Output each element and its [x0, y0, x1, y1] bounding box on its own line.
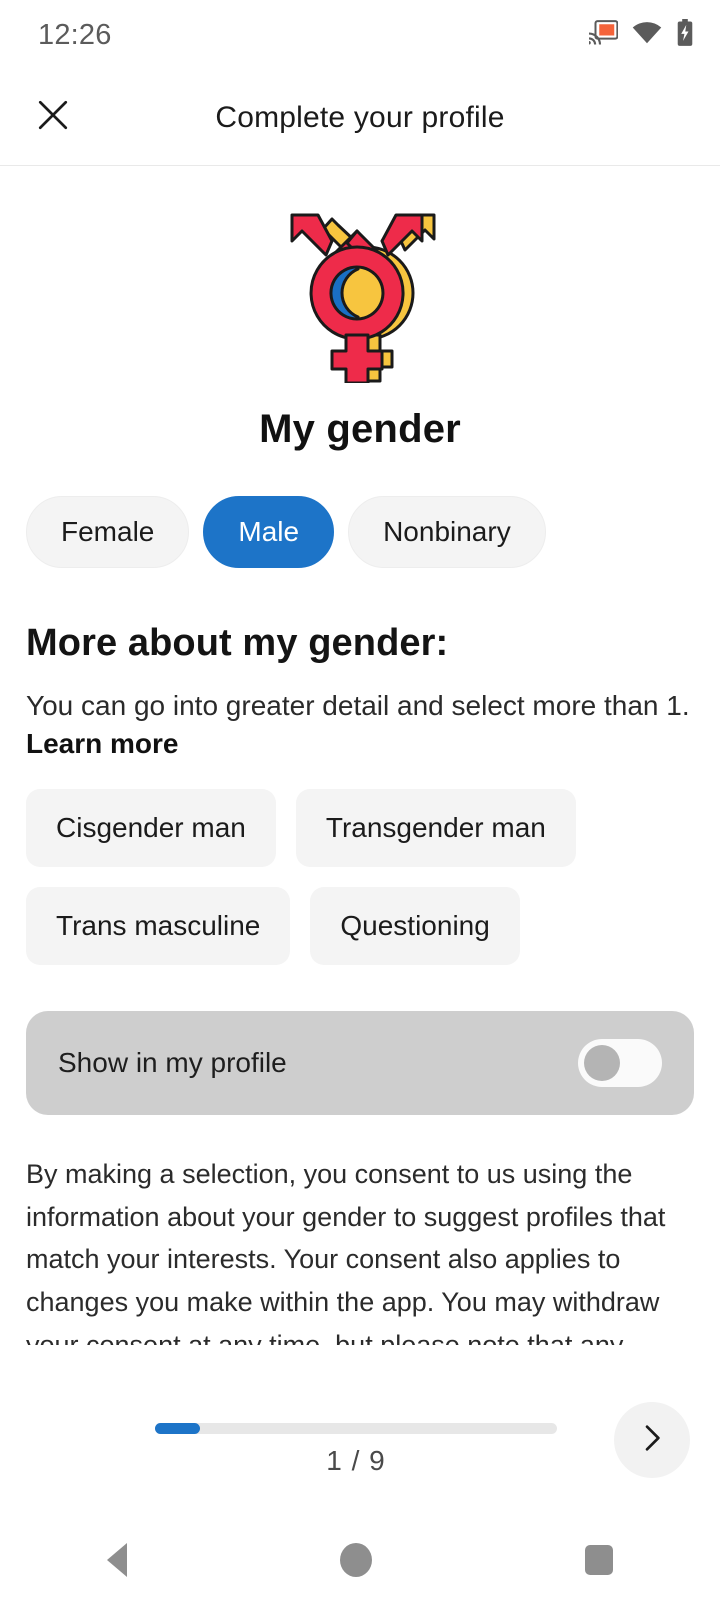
- progress-fill: [155, 1423, 200, 1434]
- gender-option-female[interactable]: Female: [26, 496, 190, 568]
- close-icon: [36, 98, 70, 137]
- progress-bar: [155, 1423, 557, 1434]
- close-button[interactable]: [30, 95, 76, 141]
- android-nav-bar: [0, 1520, 720, 1600]
- progress-label: 1 / 9: [326, 1445, 386, 1476]
- transgender-symbol-icon: [260, 203, 460, 383]
- home-circle-icon[interactable]: [339, 1543, 372, 1577]
- app-screen: 12:26 Complete your profile My gender Fe…: [0, 0, 720, 1600]
- show-in-profile-label: Show in my profile: [58, 1047, 287, 1079]
- detail-chip-questioning[interactable]: Questioning: [310, 887, 520, 966]
- hero-illustration: [0, 203, 720, 383]
- wifi-icon: [632, 21, 662, 50]
- toggle-knob: [584, 1045, 620, 1082]
- show-in-profile-toggle[interactable]: [578, 1039, 662, 1088]
- detail-chip-group: Cisgender man Transgender man Trans masc…: [0, 789, 720, 966]
- next-button[interactable]: [614, 1402, 690, 1478]
- gender-option-male[interactable]: Male: [203, 496, 335, 568]
- status-icon-group: [588, 18, 694, 52]
- gender-option-nonbinary[interactable]: Nonbinary: [348, 496, 546, 568]
- more-about-heading: More about my gender:: [26, 622, 449, 664]
- section-title: My gender: [259, 407, 461, 451]
- scroll-content[interactable]: My gender Female Male Nonbinary More abo…: [0, 167, 720, 1345]
- chevron-right-icon: [635, 1421, 669, 1460]
- cast-icon: [588, 19, 619, 51]
- detail-chip-trans-masculine[interactable]: Trans masculine: [26, 887, 291, 966]
- page-footer: 1 / 9: [0, 1345, 720, 1520]
- more-about-description-text: You can go into greater detail and selec…: [26, 690, 690, 721]
- status-bar: 12:26: [0, 0, 720, 70]
- page-title: Complete your profile: [215, 100, 505, 134]
- learn-more-link[interactable]: Learn more: [26, 728, 179, 759]
- consent-text: By making a selection, you consent to us…: [26, 1159, 666, 1345]
- back-triangle-icon[interactable]: [106, 1543, 127, 1577]
- battery-charging-icon: [676, 18, 694, 52]
- status-time: 12:26: [38, 18, 112, 51]
- detail-chip-cisgender-man[interactable]: Cisgender man: [26, 789, 276, 868]
- progress-track: [155, 1423, 557, 1434]
- recents-square-icon[interactable]: [585, 1545, 614, 1575]
- page-header: Complete your profile: [0, 70, 720, 166]
- gender-option-group: Female Male Nonbinary: [0, 496, 720, 568]
- show-in-profile-row[interactable]: Show in my profile: [26, 1011, 694, 1116]
- detail-chip-transgender-man[interactable]: Transgender man: [295, 789, 576, 868]
- more-about-description: You can go into greater detail and selec…: [0, 687, 720, 763]
